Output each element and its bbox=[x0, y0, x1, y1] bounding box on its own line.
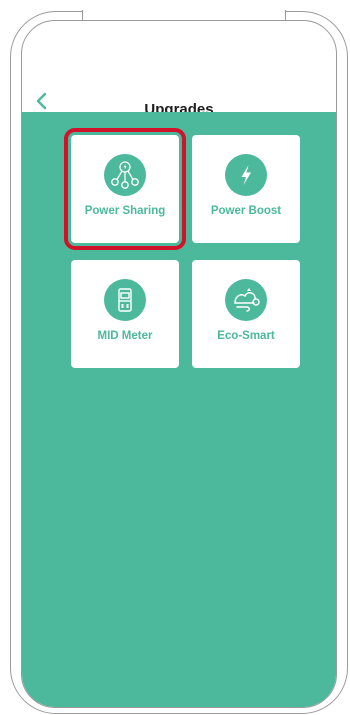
tile-label: MID Meter bbox=[97, 330, 153, 342]
tile-label: Eco-Smart bbox=[217, 330, 275, 342]
power-sharing-icon bbox=[104, 154, 146, 196]
tile-eco-smart[interactable]: Eco-Smart bbox=[192, 260, 300, 368]
lightning-bolt-icon bbox=[225, 154, 267, 196]
meter-icon bbox=[104, 279, 146, 321]
upgrades-grid: Power Sharing Power Boost MID Meter Eco-… bbox=[22, 112, 336, 707]
tile-power-sharing[interactable]: Power Sharing bbox=[64, 128, 186, 250]
tile-power-boost[interactable]: Power Boost bbox=[192, 135, 300, 243]
tile-label: Power Boost bbox=[210, 205, 282, 217]
tile-label: Power Sharing bbox=[84, 205, 166, 217]
tile-mid-meter[interactable]: MID Meter bbox=[71, 260, 179, 368]
eco-smart-icon bbox=[225, 279, 267, 321]
app-screen: Upgrades Power Sharing Power Boost MID M… bbox=[21, 20, 337, 708]
